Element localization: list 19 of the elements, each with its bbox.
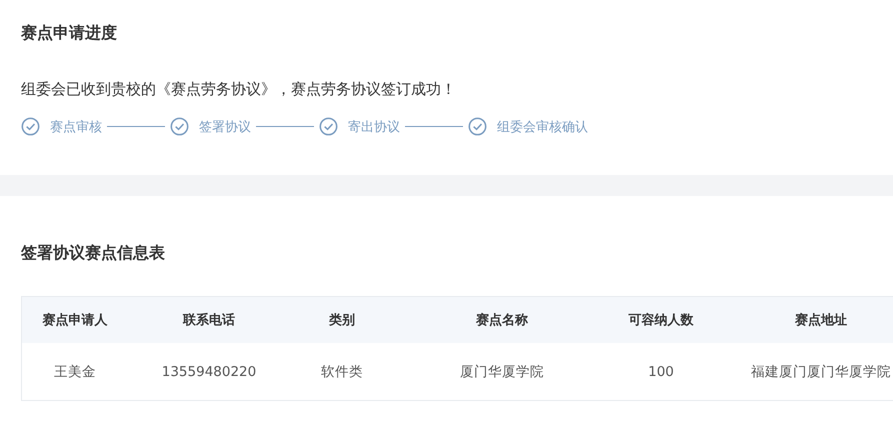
step-label: 签署协议 [199, 118, 251, 136]
column-header: 赛点名称 [394, 296, 610, 343]
section-title: 签署协议赛点信息表 [21, 242, 165, 264]
section-title: 赛点申请进度 [21, 22, 117, 44]
table-cell: 软件类 [290, 343, 394, 400]
table-cell: 13559480220 [128, 343, 290, 400]
step-label: 寄出协议 [348, 118, 400, 136]
table-cell: 王美金 [22, 343, 128, 400]
column-header: 类别 [290, 296, 394, 343]
status-message: 组委会已收到贵校的《赛点劳务协议》，赛点劳务协议签订成功！ [21, 79, 456, 100]
column-header: 联系电话 [128, 296, 290, 343]
table-cell: 厦门华厦学院 [394, 343, 610, 400]
table-cell: 100 [610, 343, 712, 400]
table-cell: 福建厦门厦门华厦学院 [712, 343, 893, 400]
column-header: 赛点地址 [712, 296, 893, 343]
column-header: 赛点申请人 [22, 296, 128, 343]
step-label: 赛点审核 [50, 118, 102, 136]
column-header: 可容纳人数 [610, 296, 712, 343]
step-label: 组委会审核确认 [497, 118, 588, 136]
